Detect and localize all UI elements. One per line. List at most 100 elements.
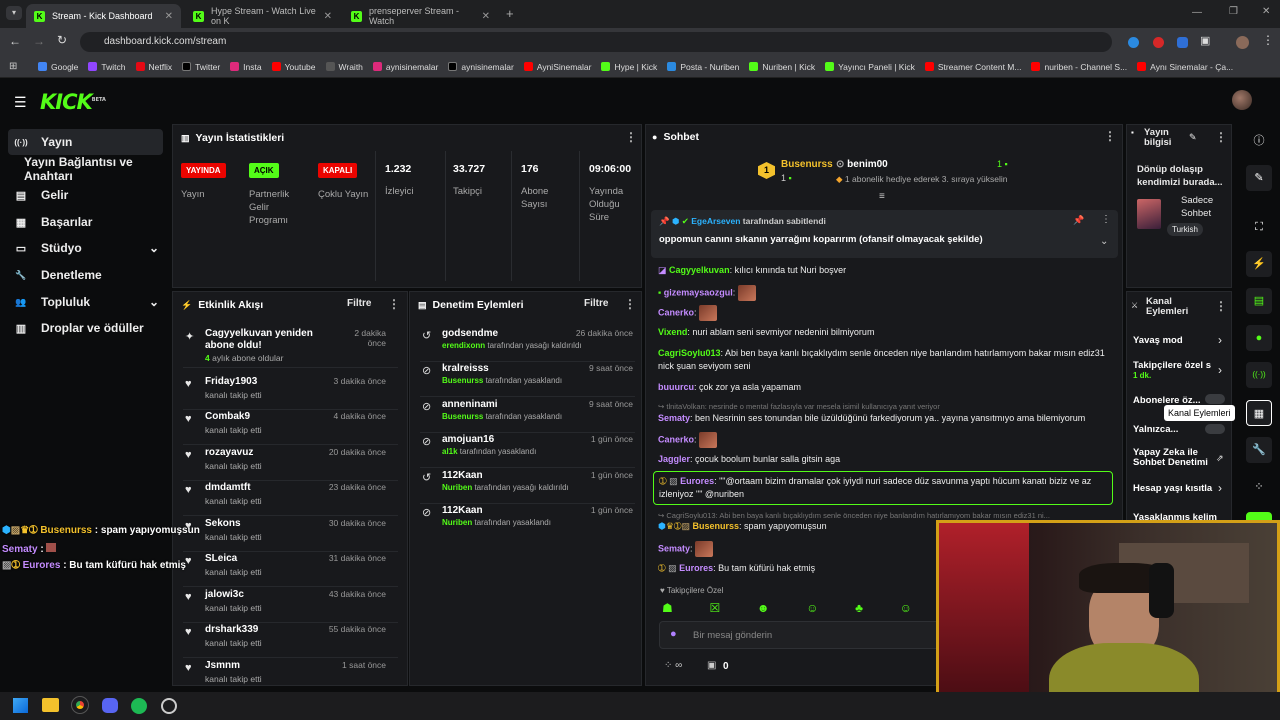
bookmark[interactable]: Twitter	[182, 62, 220, 72]
apps-grid-icon[interactable]: ⊞	[9, 61, 17, 72]
sidebar-item-topluluk[interactable]: 👥 Topluluk ⌄	[8, 289, 163, 315]
bookmark[interactable]: Youtube	[271, 62, 316, 72]
discord-icon[interactable]	[102, 698, 118, 713]
more-icon[interactable]: ⋮	[1215, 130, 1227, 144]
wrench-icon[interactable]: 🔧	[1246, 437, 1272, 463]
more-icon[interactable]: ⋮	[1215, 299, 1227, 313]
pin-icon[interactable]: 📌	[1073, 215, 1084, 226]
bookmark[interactable]: Hype | Kick	[601, 62, 657, 72]
windows-start-icon[interactable]	[13, 698, 28, 713]
bookmark[interactable]: Wraith	[325, 62, 363, 72]
chevron-right-icon[interactable]: ›	[1218, 481, 1222, 495]
chevron-down-icon[interactable]: ⌄	[1100, 236, 1108, 247]
bookmark[interactable]: Insta	[230, 62, 262, 72]
close-icon[interactable]: ✕	[482, 11, 490, 22]
browser-menu-icon[interactable]: ⋮	[1262, 33, 1274, 47]
only-setting[interactable]: Yalnızca...	[1133, 424, 1178, 435]
collapse-icon[interactable]: ≡	[879, 191, 885, 202]
chevron-right-icon[interactable]: ›	[1218, 363, 1222, 377]
profile-avatar[interactable]	[1236, 36, 1249, 49]
external-link-icon[interactable]: ⇗	[1216, 453, 1224, 464]
bookmark[interactable]: Aynı Sinemalar - Ça...	[1137, 62, 1233, 72]
tab-prenseperver[interactable]: Kprenseperver Stream - Watch ✕	[343, 4, 498, 28]
sidebar-item-denetleme[interactable]: 🔧 Denetleme	[8, 262, 163, 288]
info-icon[interactable]: ⓘ	[1246, 128, 1272, 154]
close-icon[interactable]: ✕	[165, 11, 173, 22]
kick-logo[interactable]: KICKBETA	[40, 90, 106, 114]
broadcast-icon[interactable]: ((·))	[1246, 362, 1272, 388]
emote-icon[interactable]: ☒	[709, 601, 720, 615]
file-explorer-icon[interactable]	[42, 698, 59, 712]
emote-icon[interactable]: ☻	[757, 601, 770, 615]
window-close-icon[interactable]: ✕	[1262, 6, 1270, 17]
sidebar-item-gelir[interactable]: ▤ Gelir	[8, 182, 163, 208]
chat-icon[interactable]: ●	[1246, 325, 1272, 351]
more-icon[interactable]: ⋮	[388, 297, 400, 311]
extensions-puzzle-icon[interactable]: ▣	[1200, 34, 1210, 47]
bookmark[interactable]: AyniSinemalar	[523, 62, 591, 72]
more-icon[interactable]: ⋮	[625, 130, 637, 144]
address-bar[interactable]: dashboard.kick.com/stream	[80, 32, 1112, 52]
bookmark[interactable]: Yayıncı Paneli | Kick	[825, 62, 915, 72]
focus-icon[interactable]: ⛶	[1246, 214, 1272, 240]
extension-icon[interactable]	[1153, 37, 1164, 48]
chrome-icon[interactable]	[71, 696, 89, 714]
bookmark[interactable]: Nuriben | Kick	[749, 62, 815, 72]
account-age-setting[interactable]: Hesap yaşı kısıtla	[1133, 483, 1212, 494]
more-icon[interactable]: ⋮	[624, 297, 636, 311]
category-name[interactable]: Sadece Sohbet	[1181, 194, 1231, 220]
channel-actions-icon[interactable]: ▦	[1246, 400, 1272, 426]
back-icon[interactable]: ←	[9, 34, 21, 48]
ai-moderation-setting[interactable]: Yapay Zeka ile Sohbet Denetimi	[1133, 448, 1213, 468]
app-icon[interactable]	[161, 698, 177, 714]
sidebar-item-stream-key[interactable]: Yayın Bağlantısı ve Anahtarı	[8, 155, 173, 183]
spotify-icon[interactable]	[131, 698, 147, 714]
emote-icon[interactable]: ☺	[806, 601, 818, 615]
microphone-icon[interactable]: ●	[670, 628, 677, 640]
sidebar-item-studyo[interactable]: ▭ Stüdyo ⌄	[8, 235, 163, 261]
emote-icon[interactable]: ☺	[900, 601, 912, 615]
bookmark[interactable]: nuriben - Channel S...	[1031, 62, 1127, 72]
category-thumbnail[interactable]	[1137, 199, 1161, 229]
new-tab-icon[interactable]: +	[506, 6, 514, 21]
apps-icon[interactable]: ⁘	[1246, 474, 1272, 500]
bookmark[interactable]: Posta - Nuriben	[667, 62, 739, 72]
chevron-right-icon[interactable]: ›	[1218, 333, 1222, 347]
maximize-icon[interactable]: ❐	[1229, 6, 1238, 17]
second-gifter[interactable]: ⊙ benim00	[836, 159, 888, 170]
tab-list-icon[interactable]: ▾	[6, 6, 22, 20]
followers-only-setting[interactable]: Takipçilere özel s1 dk.	[1133, 360, 1211, 380]
infinity-icon[interactable]: ⁘ ∞	[664, 660, 682, 671]
top-gifter[interactable]: Busenurss	[781, 159, 833, 170]
language-tag[interactable]: Turkish	[1167, 223, 1203, 236]
emote-icon[interactable]: ♣	[855, 601, 863, 615]
bookmark[interactable]: aynisinemalar	[448, 62, 514, 72]
lightning-icon[interactable]: ⚡	[1246, 251, 1272, 277]
store-icon[interactable]: ▣	[707, 660, 716, 671]
user-avatar[interactable]	[1232, 90, 1252, 110]
reload-icon[interactable]: ↻	[57, 33, 67, 47]
minimize-icon[interactable]: —	[1192, 7, 1202, 18]
filter-button[interactable]: Filtre	[347, 298, 371, 309]
extension-icon[interactable]	[1177, 37, 1188, 48]
extension-icon[interactable]	[1128, 37, 1139, 48]
bookmark[interactable]: Google	[38, 62, 78, 72]
hamburger-menu-icon[interactable]: ☰	[14, 94, 27, 111]
filter-button[interactable]: Filtre	[584, 298, 608, 309]
bookmark[interactable]: aynisinemalar	[372, 62, 438, 72]
edit-icon[interactable]: ✎	[1246, 165, 1272, 191]
sidebar-item-basarilar[interactable]: ▦ Başarılar	[8, 209, 163, 235]
tab-kick-dashboard[interactable]: K Stream - Kick Dashboard ✕	[26, 4, 181, 28]
edit-icon[interactable]: ✎	[1189, 132, 1197, 143]
tab-hype-stream[interactable]: K Hype Stream - Watch Live on K ✕	[185, 4, 340, 28]
emote-icon[interactable]: ☗	[662, 601, 673, 615]
chat-input[interactable]: ● Bir mesaj gönderin	[659, 621, 949, 649]
sidebar-item-droplar[interactable]: ▥ Droplar ve ödüller	[8, 315, 163, 341]
forward-icon[interactable]: →	[33, 34, 45, 48]
document-icon[interactable]: ▤	[1246, 288, 1272, 314]
sidebar-item-yayin[interactable]: ((·)) Yayın	[8, 129, 163, 155]
bookmark[interactable]: Twitch	[88, 62, 126, 72]
toggle-switch[interactable]	[1205, 394, 1225, 404]
bookmark[interactable]: Netflix	[135, 62, 172, 72]
close-icon[interactable]: ✕	[324, 11, 332, 22]
